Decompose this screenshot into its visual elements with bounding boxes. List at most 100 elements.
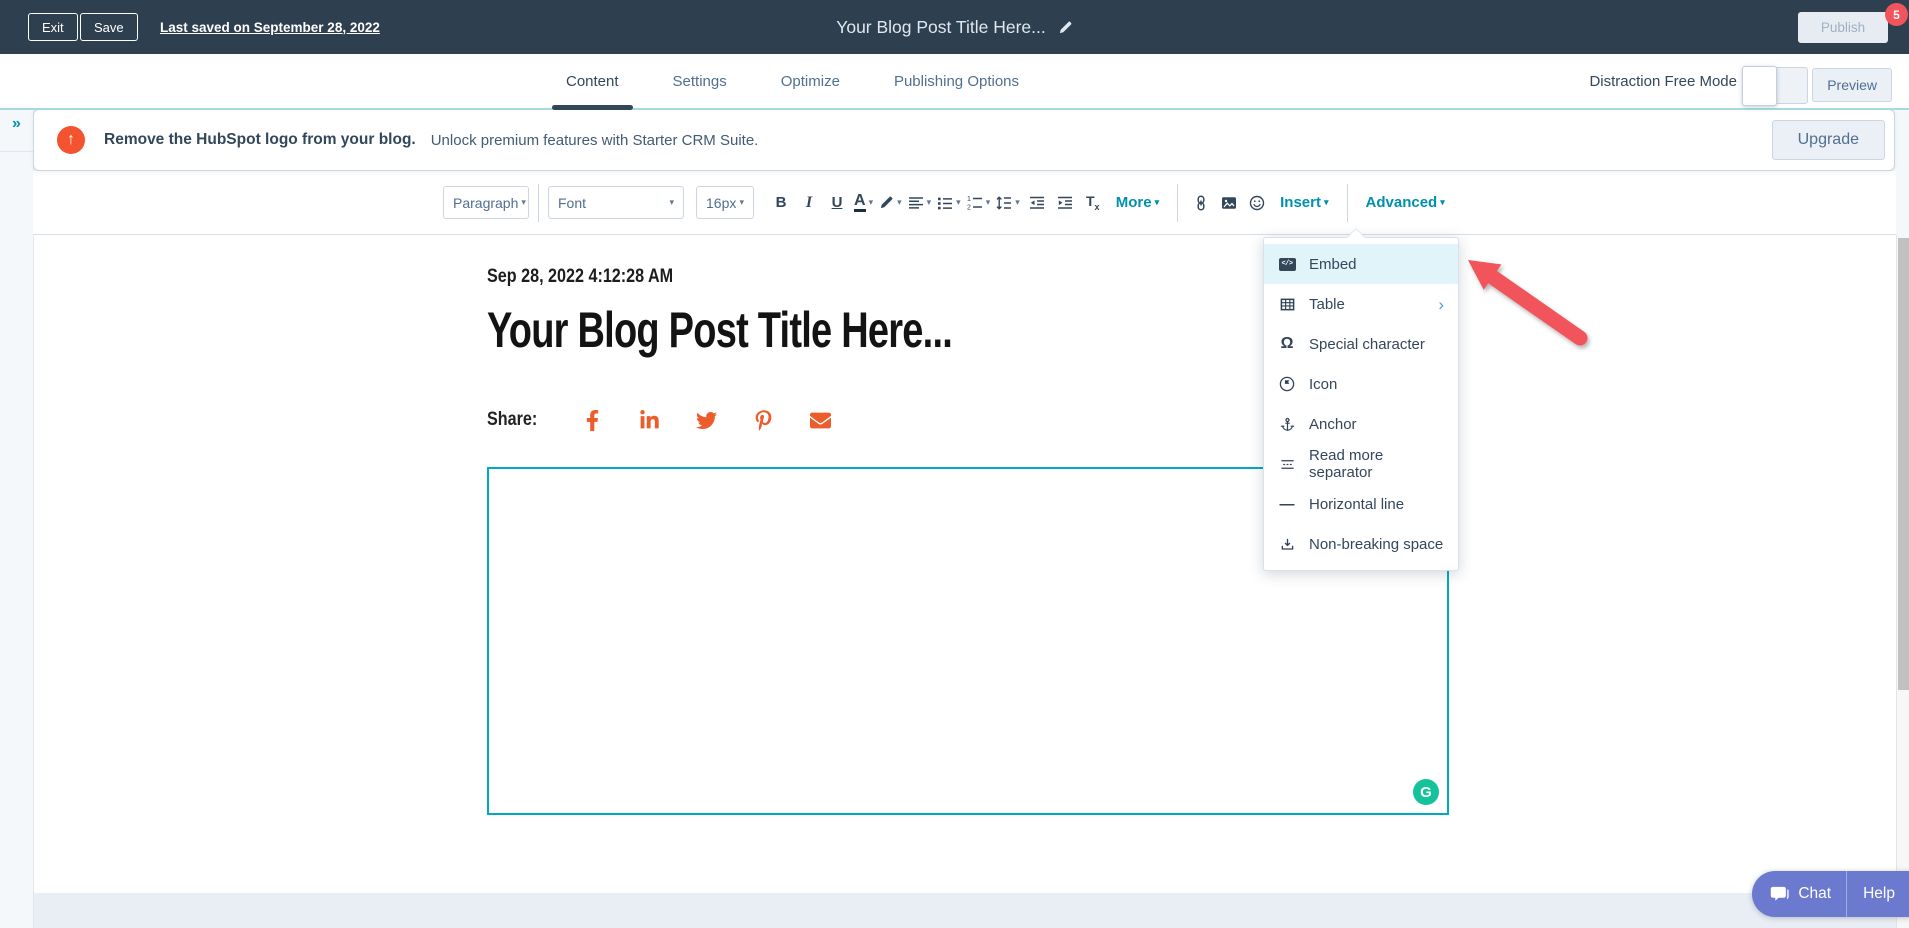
insert-menu-item-table[interactable]: Table › bbox=[1264, 284, 1458, 324]
menu-item-label: Read more separator bbox=[1309, 447, 1444, 481]
insert-menu-item-embed[interactable]: </> Embed bbox=[1264, 244, 1458, 284]
distraction-free-mode-label: Distraction Free Mode bbox=[1589, 54, 1737, 108]
chevron-down-icon: ▾ bbox=[927, 197, 932, 208]
font-select-value: Font bbox=[558, 195, 586, 211]
chevron-down-icon: ▾ bbox=[739, 197, 744, 208]
insert-menu-item-non-breaking-space[interactable]: Non-breaking space bbox=[1264, 524, 1458, 564]
insert-dropdown[interactable]: Insert ▾ bbox=[1280, 194, 1328, 211]
text-color-button[interactable]: A ▾ bbox=[854, 193, 873, 213]
insert-menu: </> Embed Table › Ω Special character Ic… bbox=[1263, 237, 1459, 571]
chevron-down-icon: ▾ bbox=[1440, 197, 1445, 208]
distraction-free-toggle[interactable] bbox=[1742, 67, 1808, 104]
grammarly-badge[interactable]: G bbox=[1413, 779, 1439, 805]
insert-menu-item-icon[interactable]: Icon bbox=[1264, 364, 1458, 404]
share-twitter-icon[interactable] bbox=[695, 409, 717, 431]
expand-sidebar-icon[interactable]: » bbox=[12, 116, 21, 132]
share-row: Share: bbox=[487, 409, 831, 431]
upgrade-banner: ↑ Remove the HubSpot logo from your blog… bbox=[33, 109, 1895, 171]
emoji-button[interactable] bbox=[1244, 186, 1270, 220]
insert-menu-item-anchor[interactable]: Anchor bbox=[1264, 404, 1458, 444]
chevron-down-icon: ▾ bbox=[869, 197, 874, 208]
more-dropdown[interactable]: More ▾ bbox=[1116, 194, 1159, 211]
menu-item-label: Non-breaking space bbox=[1309, 536, 1443, 553]
indent-icon bbox=[1057, 195, 1073, 211]
outdent-button[interactable] bbox=[1024, 186, 1050, 220]
support-pill: Chat Help bbox=[1752, 871, 1909, 917]
edit-pencil-icon[interactable] bbox=[1058, 20, 1073, 35]
toolbar-divider bbox=[538, 184, 539, 222]
share-facebook-icon[interactable] bbox=[581, 409, 603, 431]
sidebar-expand-header: » bbox=[0, 108, 33, 152]
chevron-down-icon: ▾ bbox=[1015, 197, 1020, 208]
menu-item-label: Special character bbox=[1309, 336, 1425, 353]
toggle-knob bbox=[1742, 66, 1777, 106]
link-button[interactable] bbox=[1188, 186, 1214, 220]
font-size-select[interactable]: 16px ▾ bbox=[696, 186, 754, 219]
tab-publishing-options[interactable]: Publishing Options bbox=[894, 54, 1019, 108]
share-email-icon[interactable] bbox=[809, 409, 831, 431]
line-height-icon bbox=[996, 195, 1012, 211]
chevron-down-icon: ▾ bbox=[1324, 197, 1329, 208]
numbered-list-button[interactable]: 1 2 ▾ bbox=[967, 195, 991, 211]
chat-button[interactable]: Chat bbox=[1752, 871, 1846, 917]
horizontal-line-icon: — bbox=[1278, 496, 1296, 513]
text-color-icon: A bbox=[854, 193, 866, 213]
banner-subtext: Unlock premium features with Starter CRM… bbox=[431, 132, 759, 149]
italic-button[interactable]: I bbox=[796, 186, 822, 220]
post-date[interactable]: Sep 28, 2022 4:12:28 AM bbox=[487, 266, 673, 288]
editor-tabs: Content Settings Optimize Publishing Opt… bbox=[566, 54, 1019, 108]
numbered-list-icon: 1 2 bbox=[967, 195, 983, 211]
insert-menu-item-special-character[interactable]: Ω Special character bbox=[1264, 324, 1458, 364]
bottom-background-band bbox=[0, 893, 1896, 928]
share-linkedin-icon[interactable] bbox=[638, 409, 660, 431]
tab-settings[interactable]: Settings bbox=[673, 54, 727, 108]
last-saved-link[interactable]: Last saved on September 28, 2022 bbox=[160, 0, 380, 54]
vertical-scrollbar[interactable] bbox=[1896, 235, 1909, 928]
publish-button[interactable]: Publish bbox=[1798, 12, 1888, 43]
line-height-button[interactable]: ▾ bbox=[996, 195, 1020, 211]
underline-button[interactable]: U bbox=[824, 186, 850, 220]
tab-optimize[interactable]: Optimize bbox=[781, 54, 840, 108]
collapsed-sidebar-strip: » bbox=[0, 108, 34, 928]
advanced-dropdown[interactable]: Advanced ▾ bbox=[1366, 194, 1445, 211]
menu-item-label: Embed bbox=[1309, 256, 1357, 273]
scrollbar-thumb[interactable] bbox=[1898, 238, 1909, 690]
save-button[interactable]: Save bbox=[80, 13, 138, 41]
preview-button[interactable]: Preview bbox=[1812, 68, 1892, 102]
insert-menu-item-horizontal-line[interactable]: — Horizontal line bbox=[1264, 484, 1458, 524]
help-button[interactable]: Help bbox=[1847, 871, 1909, 917]
read-more-icon bbox=[1278, 457, 1296, 472]
insert-label: Insert bbox=[1280, 194, 1321, 211]
bulleted-list-button[interactable]: ▾ bbox=[937, 195, 961, 211]
top-bar: Exit Save Last saved on September 28, 20… bbox=[0, 0, 1909, 54]
omega-icon: Ω bbox=[1278, 335, 1296, 353]
image-icon bbox=[1221, 195, 1237, 211]
non-breaking-space-icon bbox=[1278, 537, 1296, 552]
more-label: More bbox=[1116, 194, 1152, 211]
image-button[interactable] bbox=[1216, 186, 1242, 220]
bold-button[interactable]: B bbox=[768, 186, 794, 220]
align-button[interactable]: ▾ bbox=[908, 195, 932, 211]
chat-label: Chat bbox=[1798, 885, 1831, 903]
menu-item-label: Table bbox=[1309, 296, 1345, 313]
share-pinterest-icon[interactable] bbox=[752, 409, 774, 431]
upgrade-button[interactable]: Upgrade bbox=[1772, 120, 1885, 160]
indent-button[interactable] bbox=[1052, 186, 1078, 220]
link-icon bbox=[1193, 195, 1209, 211]
exit-button[interactable]: Exit bbox=[28, 13, 78, 41]
clear-formatting-button[interactable]: Tx bbox=[1080, 186, 1106, 220]
menu-item-label: Anchor bbox=[1309, 416, 1357, 433]
chevron-down-icon: ▾ bbox=[986, 197, 991, 208]
embed-icon: </> bbox=[1278, 258, 1296, 271]
tab-content[interactable]: Content bbox=[566, 54, 619, 108]
highlight-color-button[interactable]: ▾ bbox=[879, 195, 902, 210]
chevron-down-icon: ▾ bbox=[521, 197, 526, 208]
font-select[interactable]: Font ▾ bbox=[548, 186, 684, 219]
svg-text:2: 2 bbox=[967, 204, 971, 211]
post-body-title[interactable]: Your Blog Post Title Here... bbox=[487, 301, 952, 359]
insert-menu-item-read-more-separator[interactable]: Read more separator bbox=[1264, 444, 1458, 484]
notification-badge[interactable]: 5 bbox=[1885, 3, 1908, 26]
anchor-icon bbox=[1278, 417, 1296, 432]
paragraph-style-select[interactable]: Paragraph ▾ bbox=[443, 186, 529, 219]
upgrade-arrow-icon: ↑ bbox=[57, 126, 85, 154]
